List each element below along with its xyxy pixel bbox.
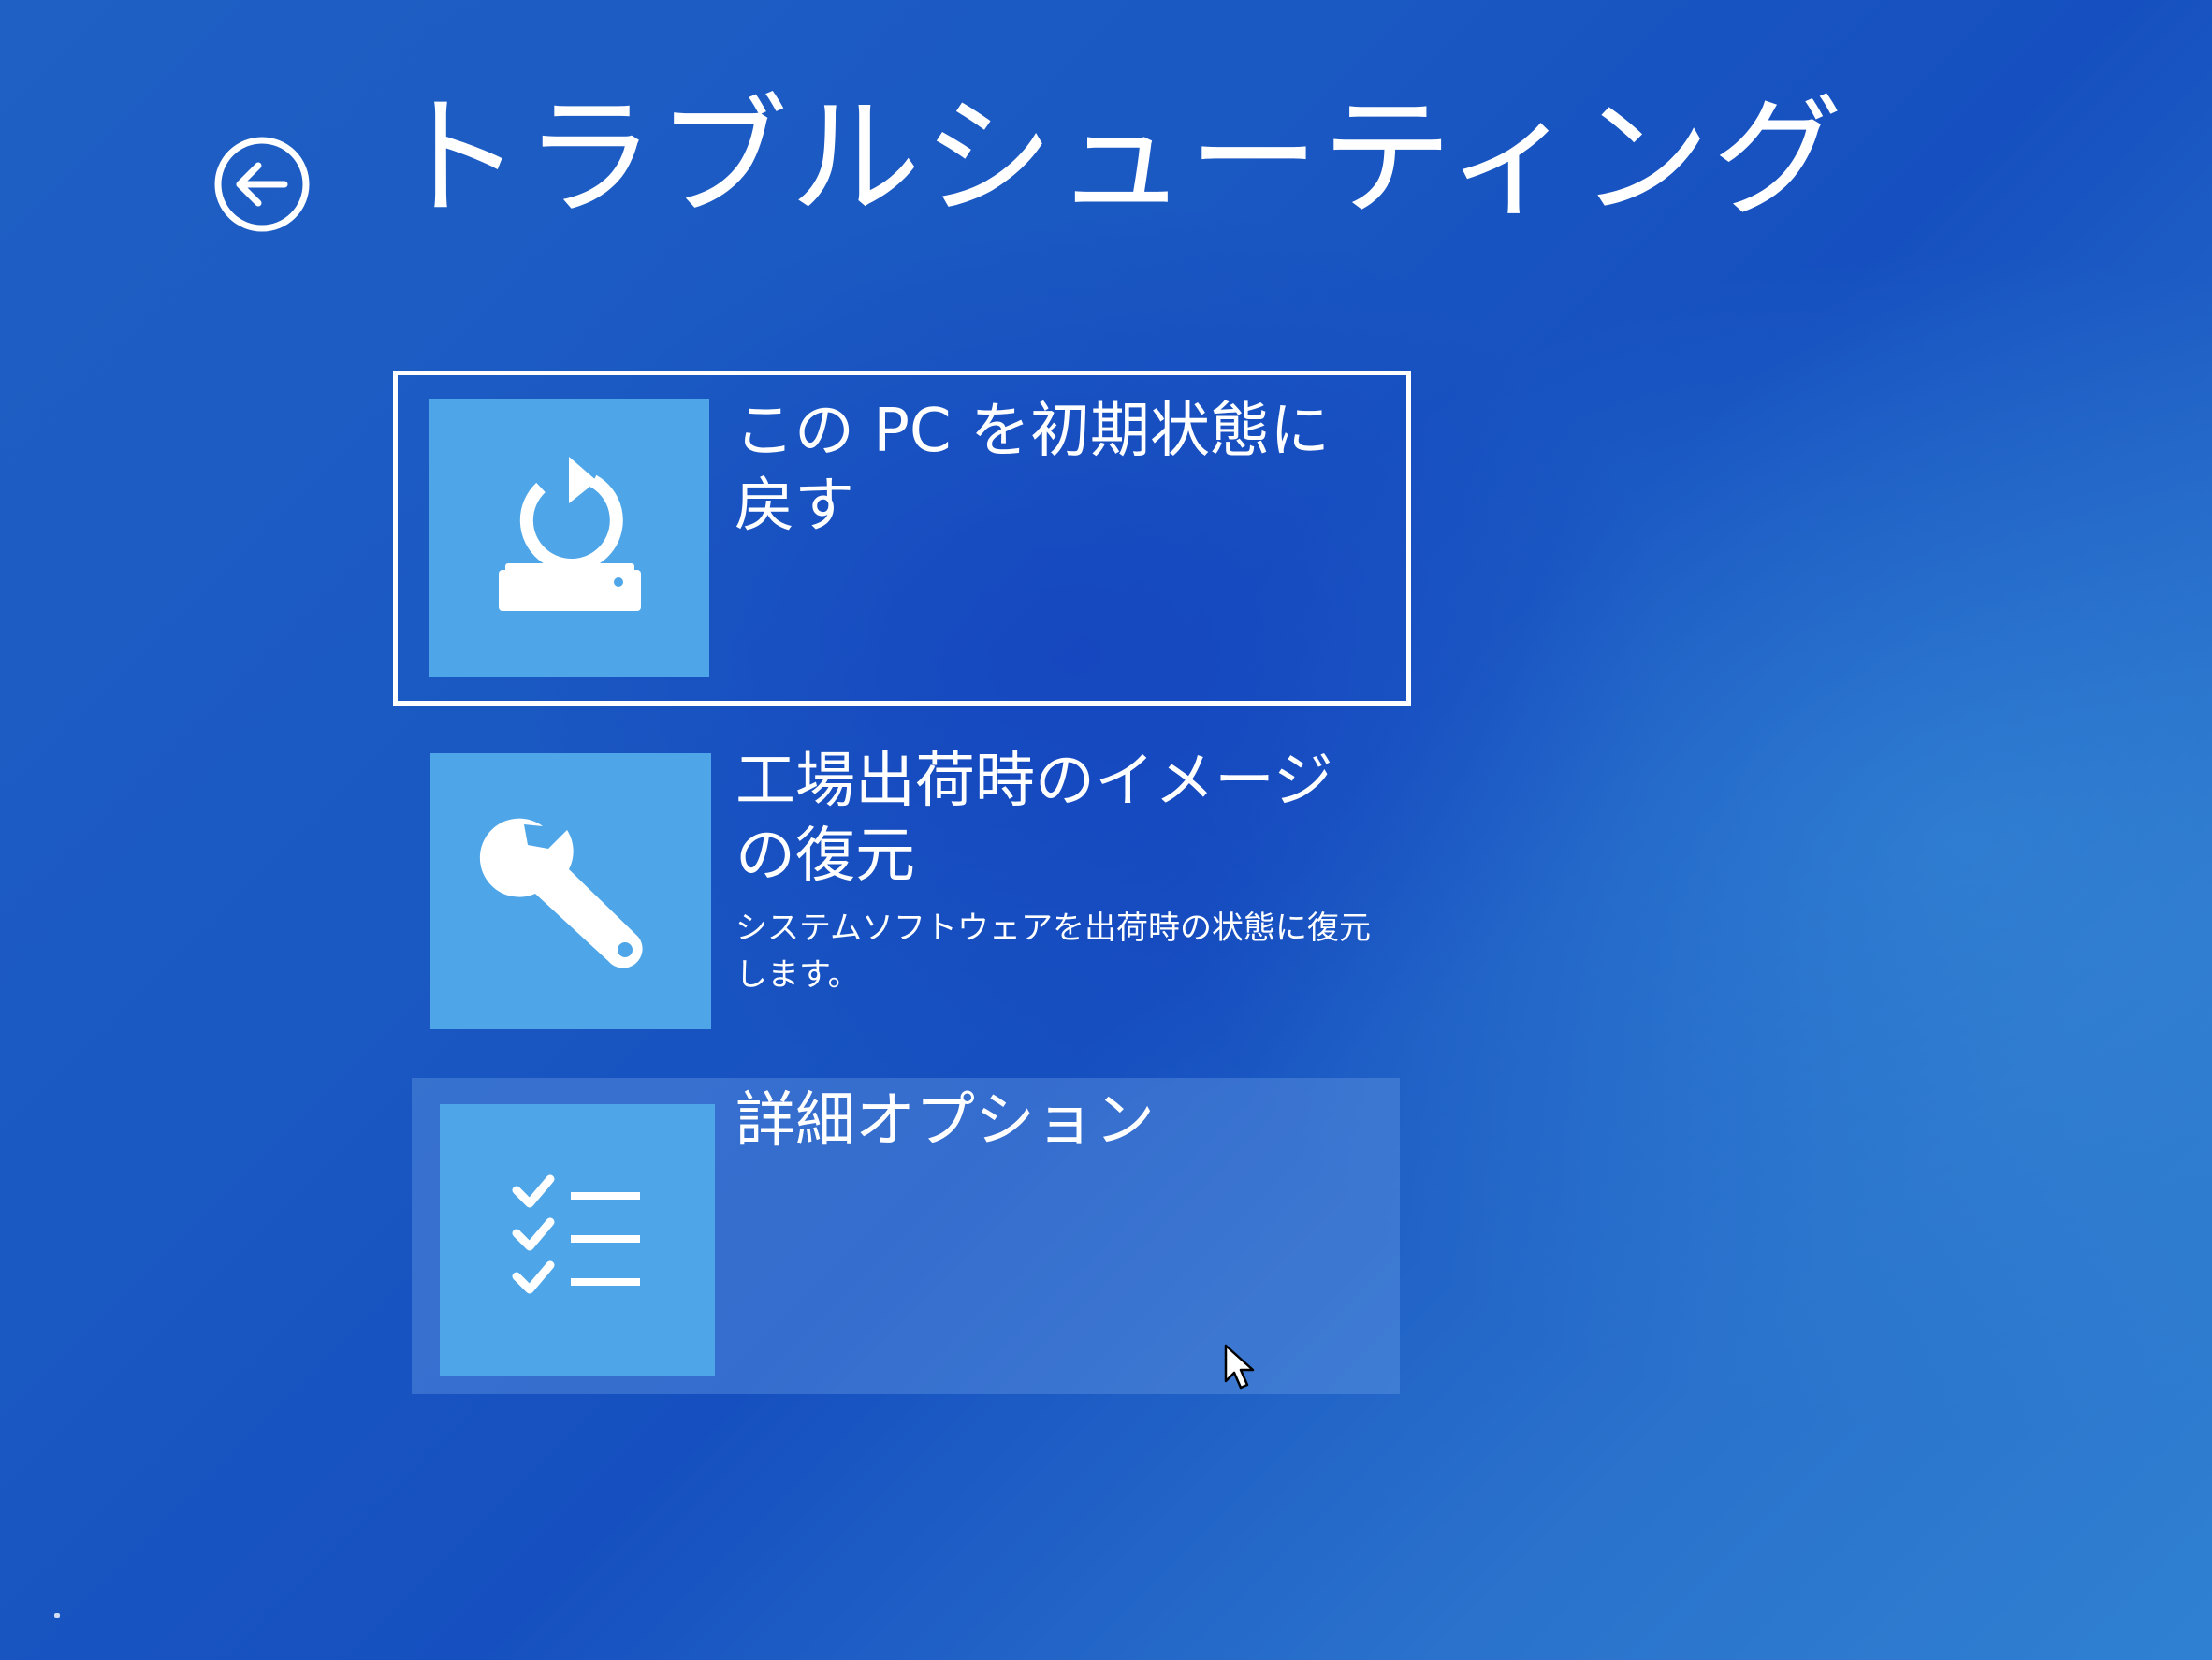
option-reset-pc[interactable]: この PC を初期状態に戻す [393,371,1411,706]
option-factory-image-restore[interactable]: 工場出荷時のイメージの復元 システムソフトウェアを出荷時の状態に復元します。 [430,747,1413,1034]
mouse-pointer-icon [1224,1344,1256,1391]
option-tile [440,1104,715,1376]
back-arrow-circle-icon [214,137,310,232]
reset-pc-icon [499,457,641,611]
back-button[interactable] [213,136,311,233]
page-title: トラブルシューティング [391,82,1845,235]
option-description: システムソフトウェアを出荷時の状態に復元します。 [735,910,1371,994]
option-label: 詳細オプション [735,1086,1155,1156]
wrench-icon [479,818,643,968]
option-label: 工場出荷時のイメージの復元 [735,747,1333,891]
option-label: この PC を初期状態に戻す [735,397,1330,541]
corner-dot [54,1613,60,1618]
option-tile [429,399,709,677]
checklist-icon [512,1174,640,1294]
option-tile [430,753,711,1029]
